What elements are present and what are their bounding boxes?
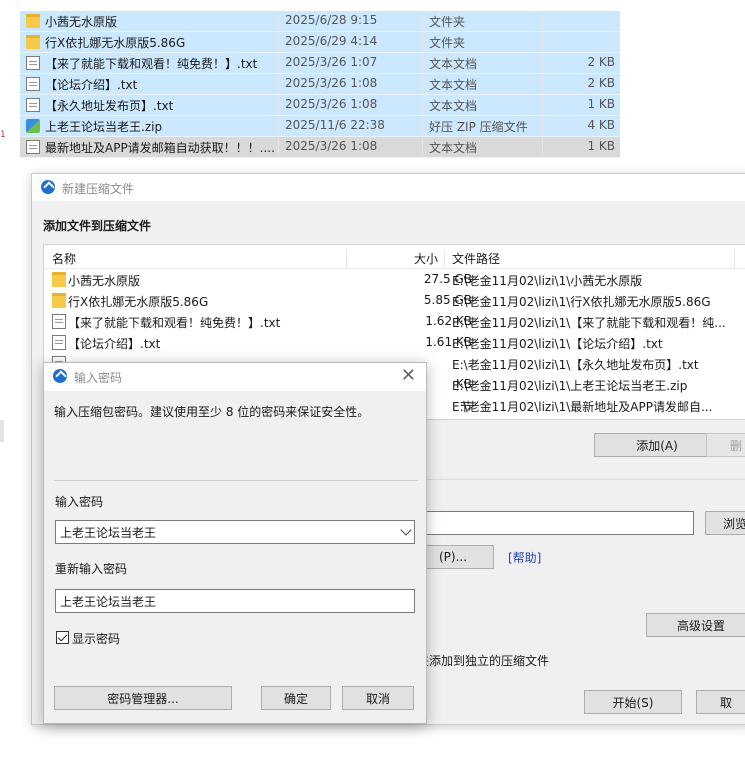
cancel-button[interactable]: 取消 — [342, 686, 414, 710]
section-separator — [412, 479, 745, 480]
explorer-file-size: 4 KB — [587, 118, 615, 132]
column-size-header[interactable]: 大小 — [414, 250, 438, 267]
explorer-file-name: 上老王论坛当老王.zip — [45, 120, 163, 134]
explorer-row[interactable]: 【永久地址发布页】.txt 2025/3/26 1:08 文本文档 1 KB — [20, 95, 620, 116]
archive-path-input[interactable] — [422, 511, 694, 535]
explorer-file-type: 文本文档 — [429, 99, 478, 113]
text-file-icon — [26, 140, 40, 154]
explorer-file-name: 【永久地址发布页】.txt — [45, 99, 174, 113]
explorer-file-date: 2025/6/29 4:14 — [285, 34, 378, 48]
explorer-file-type: 文件夹 — [429, 36, 466, 50]
archive-file-name: 小茜无水原版 — [68, 274, 141, 288]
new-archive-title: 新建压缩文件 — [62, 182, 135, 196]
haozip-app-icon — [53, 369, 67, 383]
column-path-header[interactable]: 文件路径 — [452, 250, 500, 267]
chevron-down-icon[interactable] — [400, 524, 412, 536]
section-title: 添加文件到压缩文件 — [43, 219, 152, 233]
explorer-row[interactable]: 【来了就能下载和观看！纯免费！】.txt 2025/3/26 1:07 文本文档 2 … — [20, 53, 620, 74]
left-edge-mark: 1 — [0, 130, 6, 140]
archive-file-row[interactable]: 行X依扎娜无水原版5.86G 5.85 GB E:\老金11月02\lizi\1\行… — [44, 290, 745, 311]
explorer-file-date: 2025/3/26 1:08 — [285, 76, 378, 90]
haozip-app-icon — [41, 180, 55, 194]
password-combo-input[interactable]: 上老王论坛当老王 — [55, 520, 415, 544]
archive-file-name: 【论坛介绍】.txt — [68, 337, 161, 351]
explorer-file-name: 行X依扎娜无水原版5.86G — [45, 36, 186, 50]
folder-icon — [26, 14, 40, 28]
password-separator — [54, 480, 418, 481]
text-file-icon — [26, 77, 40, 91]
archive-file-row[interactable]: 【论坛介绍】.txt 1.61 KB E:\老金11月02\lizi\1\【论坛介绍… — [44, 332, 745, 353]
ok-button[interactable]: 确定 — [261, 686, 331, 710]
archive-file-path: E:\老金11月02\lizi\1\小茜无水原版 — [452, 274, 643, 288]
archive-file-path: E:\老金11月02\lizi\1\【永久地址发布页】.txt — [452, 358, 699, 372]
text-file-icon — [26, 56, 40, 70]
browse-button[interactable]: 浏览 — [705, 511, 745, 535]
explorer-file-type: 文件夹 — [429, 15, 466, 29]
main-cancel-button[interactable]: 取 — [696, 690, 745, 714]
left-edge-strip — [0, 420, 4, 442]
password-dialog: 输入密码 ✕ 输入压缩包密码。建议使用至少 8 位的密码来保证安全性。 输入密码… — [43, 362, 427, 724]
explorer-file-size: 1 KB — [587, 139, 615, 153]
explorer-row[interactable]: 行X依扎娜无水原版5.86G 2025/6/29 4:14 文件夹 — [20, 32, 620, 53]
archive-file-row[interactable]: 小茜无水原版 27.5 GB E:\老金11月02\lizi\1\小茜无水原版 — [44, 269, 745, 290]
start-button[interactable]: 开始(S) — [584, 690, 682, 714]
folder-icon — [26, 35, 40, 49]
file-list-header: 名称 大小 文件路径 — [44, 245, 745, 269]
explorer-file-type: 文本文档 — [429, 141, 478, 155]
separate-archive-option-label: 夹添加到独立的压缩文件 — [417, 654, 550, 668]
explorer-row[interactable]: 小茜无水原版 2025/6/28 9:15 文件夹 — [20, 11, 620, 32]
reenter-password-value: 上老王论坛当老王 — [60, 594, 157, 609]
explorer-file-date: 2025/11/6 22:38 — [285, 118, 385, 132]
archive-file-path: E:\老金11月02\lizi\1\最新地址及APP请发邮自... — [452, 400, 713, 414]
advanced-settings-button[interactable]: 高级设置 — [646, 613, 745, 637]
explorer-file-list: 小茜无水原版 2025/6/28 9:15 文件夹 行X依扎娜无水原版5.86G 202… — [20, 11, 620, 158]
archive-file-path: E:\老金11月02\lizi\1\【来了就能下载和观看！纯... — [452, 316, 726, 330]
explorer-row[interactable]: 【论坛介绍】.txt 2025/3/26 1:08 文本文档 2 KB — [20, 74, 620, 95]
archive-file-path: E:\老金11月02\lizi\1\行X依扎娜无水原版5.86G — [452, 295, 711, 309]
password-description: 输入压缩包密码。建议使用至少 8 位的密码来保证安全性。 — [54, 405, 370, 419]
explorer-file-date: 2025/6/28 9:15 — [285, 13, 378, 27]
reenter-password-input[interactable]: 上老王论坛当老王 — [55, 589, 415, 613]
password-dialog-title: 输入密码 — [74, 371, 123, 385]
column-name-header[interactable]: 名称 — [52, 250, 76, 267]
explorer-file-date: 2025/3/26 1:08 — [285, 97, 378, 111]
zip-file-icon — [26, 119, 40, 133]
show-password-label[interactable]: 显示密码 — [72, 630, 120, 647]
explorer-file-date: 2025/3/26 1:07 — [285, 55, 378, 69]
explorer-file-name: 小茜无水原版 — [45, 15, 118, 29]
folder-icon — [52, 293, 66, 308]
help-link[interactable]: [帮助] — [508, 549, 541, 566]
text-file-icon — [26, 98, 40, 112]
folder-icon — [52, 272, 66, 287]
explorer-file-size: 2 KB — [587, 76, 615, 90]
close-icon[interactable]: ✕ — [401, 367, 416, 385]
archive-file-path: E:\老金11月02\lizi\1\上老王论坛当老王.zip — [452, 379, 688, 393]
explorer-file-size: 1 KB — [587, 97, 615, 111]
text-file-icon — [52, 335, 66, 350]
add-button[interactable]: 添加(A) — [594, 433, 720, 457]
enter-password-label: 输入密码 — [55, 495, 104, 509]
explorer-row[interactable]: 最新地址及APP请发邮箱自动获取！！！.... 2025/3/26 1:08 文本文… — [20, 137, 620, 158]
explorer-file-type: 好压 ZIP 压缩文件 — [429, 120, 528, 134]
new-archive-titlebar[interactable]: 新建压缩文件 — [32, 174, 745, 201]
explorer-file-size: 2 KB — [587, 55, 615, 69]
explorer-file-type: 文本文档 — [429, 78, 478, 92]
explorer-file-name: 【论坛介绍】.txt — [45, 78, 138, 92]
archive-file-name: 行X依扎娜无水原版5.86G — [68, 295, 209, 309]
explorer-file-type: 文本文档 — [429, 57, 478, 71]
explorer-row[interactable]: 上老王论坛当老王.zip 2025/11/6 22:38 好压 ZIP 压缩文件 4 … — [20, 116, 620, 137]
show-password-checkbox[interactable] — [56, 631, 69, 644]
archive-file-name: 【来了就能下载和观看！纯免费！】.txt — [68, 316, 281, 330]
explorer-file-name: 最新地址及APP请发邮箱自动获取！！！.... — [45, 141, 275, 155]
explorer-file-date: 2025/3/26 1:08 — [285, 139, 378, 153]
archive-file-path: E:\老金11月02\lizi\1\【论坛介绍】.txt — [452, 337, 663, 351]
password-titlebar[interactable]: 输入密码 ✕ — [44, 363, 426, 391]
archive-file-row[interactable]: 【来了就能下载和观看！纯免费！】.txt 1.62 KB E:\老金11月02\li… — [44, 311, 745, 332]
text-file-icon — [52, 314, 66, 329]
password-manager-button[interactable]: 密码管理器... — [54, 686, 232, 710]
password-value: 上老王论坛当老王 — [60, 525, 157, 540]
delete-button[interactable]: 删 — [706, 433, 745, 457]
reenter-password-label: 重新输入密码 — [55, 562, 128, 576]
explorer-file-name: 【来了就能下载和观看！纯免费！】.txt — [45, 57, 258, 71]
